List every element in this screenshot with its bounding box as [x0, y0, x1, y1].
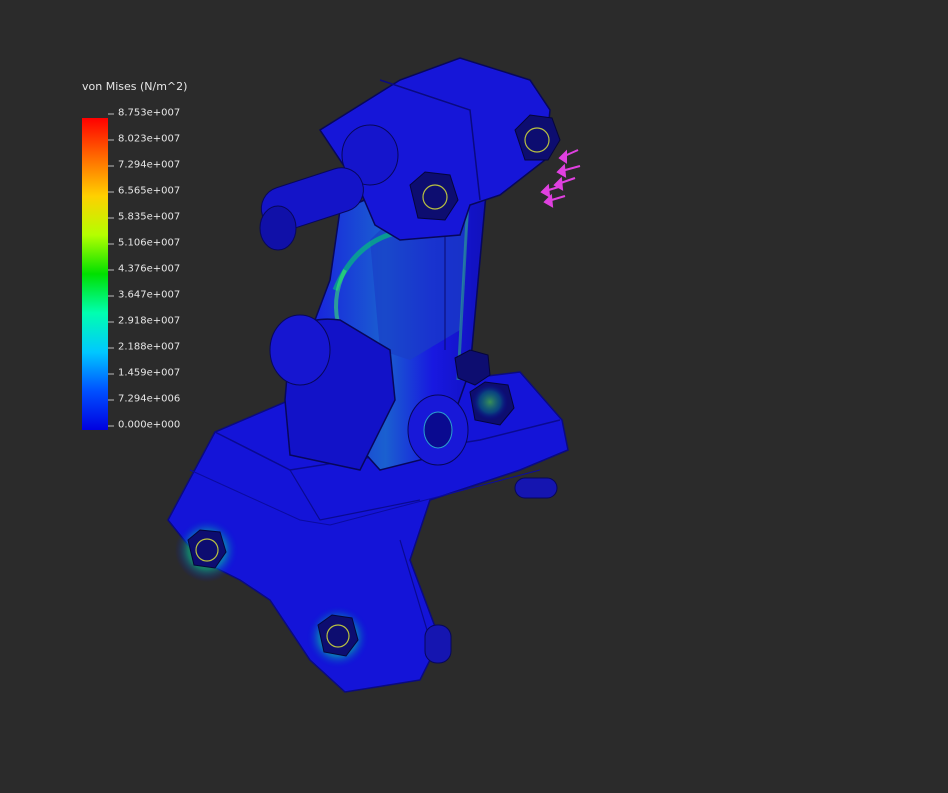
legend-tick-label: 7.294e+006 — [107, 393, 181, 405]
legend-color-bar — [82, 118, 108, 430]
legend-tick-label: 1.459e+007 — [107, 367, 181, 379]
legend-tick-label: 4.376e+007 — [107, 263, 181, 275]
legend-tick-label: 8.753e+007 — [107, 107, 181, 119]
legend-tick-label: 2.188e+007 — [107, 341, 181, 353]
legend-tick-label: 3.647e+007 — [107, 289, 181, 301]
stress-legend: von Mises (N/m^2) 8.753e+007 8.023e+007 7.… — [82, 80, 212, 440]
rear-pin-bottom — [424, 624, 452, 664]
legend-tick-label: 6.565e+007 — [107, 185, 181, 197]
legend-tick-label: 0.000e+000 — [107, 419, 181, 431]
legend-tick-label: 5.835e+007 — [107, 211, 181, 223]
legend-tick-label: 2.918e+007 — [107, 315, 181, 327]
legend-tick-label: 5.106e+007 — [107, 237, 181, 249]
rear-pin-right — [514, 477, 558, 499]
legend-title: von Mises (N/m^2) — [82, 80, 188, 93]
legend-tick-label: 7.294e+007 — [107, 159, 181, 171]
legend-tick-label: 8.023e+007 — [107, 133, 181, 145]
base-bolt-bottom — [306, 605, 370, 669]
base-bolt-left — [175, 518, 239, 582]
